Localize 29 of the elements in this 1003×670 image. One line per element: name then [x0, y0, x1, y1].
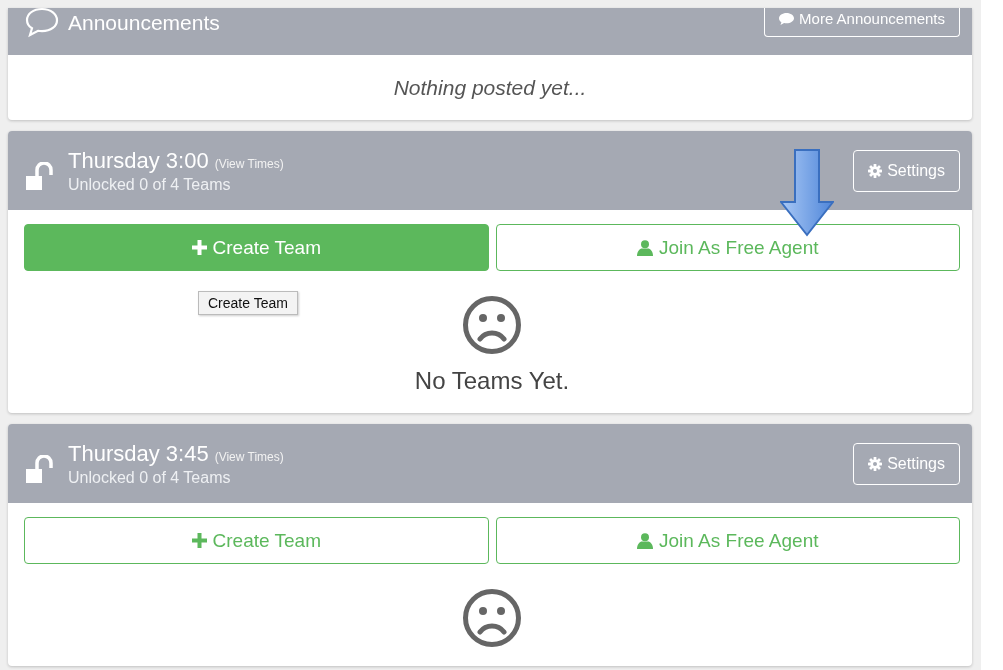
empty-message: No Teams Yet. [414, 367, 570, 395]
view-times-link[interactable]: (View Times) [214, 156, 284, 171]
team-status: Unlocked 0 of 4 Teams [68, 468, 232, 487]
speech-bubble-icon [779, 12, 795, 25]
view-times-link[interactable]: (View Times) [214, 449, 284, 464]
settings-button[interactable]: Settings [853, 149, 960, 192]
join-free-agent-button[interactable]: Join As Free Agent [495, 224, 960, 271]
timeslot-title: Thursday 3:00 [68, 147, 209, 174]
speech-bubble-icon [24, 6, 60, 38]
create-team-button[interactable]: Create Team [24, 517, 489, 564]
gear-icon [868, 163, 883, 178]
plus-icon [191, 533, 207, 548]
empty-message: Nothing posted yet... [393, 75, 587, 100]
user-icon [637, 239, 653, 256]
settings-button[interactable]: Settings [853, 442, 960, 485]
create-team-button[interactable]: Create Team [24, 224, 489, 271]
sad-face-icon [462, 295, 522, 355]
sad-face-icon [462, 588, 522, 648]
tooltip: Create Team [198, 291, 298, 315]
more-announcements-button[interactable]: More Announcements [764, 8, 960, 37]
unlocked-padlock-icon [24, 454, 56, 485]
team-status: Unlocked 0 of 4 Teams [68, 175, 232, 194]
unlocked-padlock-icon [24, 161, 56, 192]
join-free-agent-button[interactable]: Join As Free Agent [495, 517, 960, 564]
user-icon [637, 532, 653, 549]
gear-icon [868, 456, 883, 471]
timeslot-title: Thursday 3:45 [68, 440, 209, 467]
plus-icon [191, 240, 207, 255]
card-title: Announcements [68, 13, 220, 33]
